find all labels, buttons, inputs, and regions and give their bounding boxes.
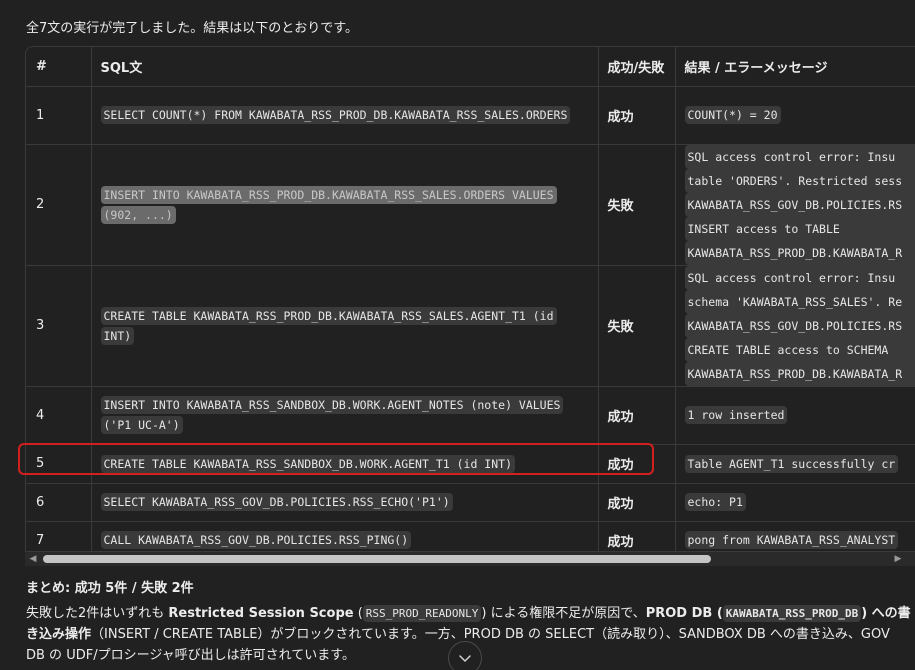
table-row: 1 SELECT COUNT(*) FROM KAWABATA_RSS_PROD… — [26, 86, 915, 145]
row-number: 4 — [26, 386, 92, 445]
row-number: 6 — [26, 483, 92, 522]
table-row: 5 CREATE TABLE KAWABATA_RSS_SANDBOX_DB.W… — [26, 444, 915, 484]
result-cell: COUNT(*) = 20 — [675, 86, 915, 145]
result-cell: SQL access control error: Insu schema 'K… — [675, 265, 915, 387]
triangle-right-icon[interactable]: ▶ — [893, 554, 903, 564]
header-number: # — [26, 47, 92, 87]
sql-statement: INSERT INTO KAWABATA_RSS_PROD_DB.KAWABAT… — [91, 144, 599, 266]
status-cell: 成功 — [598, 483, 676, 522]
error-line: INSERT access to TABLE — [684, 216, 915, 241]
triangle-left-icon[interactable]: ◀ — [28, 554, 38, 564]
sql-statement: CREATE TABLE KAWABATA_RSS_PROD_DB.KAWABA… — [91, 265, 599, 387]
result-code: COUNT(*) = 20 — [684, 106, 781, 124]
intro-text: 全7文の実行が完了しました。結果は以下のとおりです。 — [26, 21, 358, 36]
table-row: 7 CALL KAWABATA_RSS_GOV_DB.POLICIES.RSS_… — [26, 521, 915, 551]
row-number: 7 — [26, 521, 92, 551]
result-cell: pong from KAWABATA_RSS_ANALYST — [675, 521, 915, 551]
error-line: SQL access control error: Insu — [684, 265, 915, 290]
error-line: SQL access control error: Insu — [684, 144, 915, 169]
sql-code-selected: INSERT INTO KAWABATA_RSS_PROD_DB.KAWABAT… — [100, 185, 557, 224]
table-header-row: # SQL文 成功/失敗 結果 / エラーメッセージ — [26, 47, 915, 87]
summary-bold: PROD DB ( — [645, 606, 723, 621]
horizontal-scrollbar[interactable]: ◀ ▶ — [25, 552, 915, 566]
error-line: KAWABATA_RSS_GOV_DB.POLICIES.RS — [684, 192, 915, 217]
sql-code: CREATE TABLE KAWABATA_RSS_PROD_DB.KAWABA… — [100, 306, 557, 345]
error-line: schema 'KAWABATA_RSS_SALES'. Re — [684, 289, 915, 314]
error-line: KAWABATA_RSS_PROD_DB.KAWABATA_R — [684, 361, 915, 385]
sql-statement: CALL KAWABATA_RSS_GOV_DB.POLICIES.RSS_PI… — [91, 521, 599, 551]
row-number: 2 — [26, 144, 92, 266]
header-result: 結果 / エラーメッセージ — [675, 47, 915, 87]
summary-code: RSS_PROD_READONLY — [362, 605, 482, 622]
result-cell: SQL access control error: Insu table 'OR… — [675, 144, 915, 266]
row-number: 1 — [26, 86, 92, 145]
result-code: 1 row inserted — [684, 406, 788, 424]
result-cell: echo: P1 — [675, 483, 915, 522]
sql-code: CALL KAWABATA_RSS_GOV_DB.POLICIES.RSS_PI… — [100, 531, 412, 549]
error-line: table 'ORDERS'. Restricted sess — [684, 168, 915, 193]
sql-code: SELECT COUNT(*) FROM KAWABATA_RSS_PROD_D… — [100, 106, 571, 124]
sql-statement: INSERT INTO KAWABATA_RSS_SANDBOX_DB.WORK… — [91, 386, 599, 445]
row-number: 5 — [26, 444, 92, 484]
header-status: 成功/失敗 — [598, 47, 676, 87]
result-code: pong from KAWABATA_RSS_ANALYST — [684, 531, 899, 549]
summary-fragment: ( — [353, 606, 363, 621]
table-row: 2 INSERT INTO KAWABATA_RSS_PROD_DB.KAWAB… — [26, 144, 915, 266]
table-row: 3 CREATE TABLE KAWABATA_RSS_PROD_DB.KAWA… — [26, 265, 915, 387]
sql-statement: CREATE TABLE KAWABATA_RSS_SANDBOX_DB.WOR… — [91, 444, 599, 484]
scrollbar-thumb[interactable] — [43, 555, 711, 563]
results-table: # SQL文 成功/失敗 結果 / エラーメッセージ 1 SELECT COUN… — [26, 47, 915, 551]
status-cell: 成功 — [598, 521, 676, 551]
sql-code: INSERT INTO KAWABATA_RSS_SANDBOX_DB.WORK… — [100, 396, 564, 434]
result-code: echo: P1 — [684, 493, 746, 511]
row-number: 3 — [26, 265, 92, 387]
result-cell: 1 row inserted — [675, 386, 915, 445]
result-cell: Table AGENT_T1 successfully cr — [675, 444, 915, 484]
header-sql: SQL文 — [91, 47, 599, 87]
sql-statement: SELECT COUNT(*) FROM KAWABATA_RSS_PROD_D… — [91, 86, 599, 145]
error-line: KAWABATA_RSS_PROD_DB.KAWABATA_R — [684, 240, 915, 264]
summary-fragment: ) による権限不足が原因で、 — [481, 606, 646, 621]
sql-code: SELECT KAWABATA_RSS_GOV_DB.POLICIES.RSS_… — [100, 493, 453, 511]
table-row: 4 INSERT INTO KAWABATA_RSS_SANDBOX_DB.WO… — [26, 386, 915, 445]
summary-bold: Restricted Session Scope — [168, 606, 354, 621]
summary-fragment: 失敗した2件はいずれも — [26, 606, 169, 621]
scroll-down-button[interactable] — [448, 641, 482, 670]
results-table-container[interactable]: # SQL文 成功/失敗 結果 / エラーメッセージ 1 SELECT COUN… — [25, 46, 915, 552]
summary-title: まとめ: 成功 5件 / 失敗 2件 — [26, 581, 194, 596]
status-cell: 成功 — [598, 386, 676, 445]
status-cell: 成功 — [598, 444, 676, 484]
sql-statement: SELECT KAWABATA_RSS_GOV_DB.POLICIES.RSS_… — [91, 483, 599, 522]
error-line: KAWABATA_RSS_GOV_DB.POLICIES.RS — [684, 313, 915, 338]
status-cell: 失敗 — [598, 265, 676, 387]
status-cell: 成功 — [598, 86, 676, 145]
summary-code: KAWABATA_RSS_PROD_DB — [722, 605, 862, 622]
status-cell: 失敗 — [598, 144, 676, 266]
chevron-down-icon — [459, 655, 471, 662]
table-row: 6 SELECT KAWABATA_RSS_GOV_DB.POLICIES.RS… — [26, 483, 915, 522]
result-code: Table AGENT_T1 successfully cr — [684, 454, 899, 473]
sql-code: CREATE TABLE KAWABATA_RSS_SANDBOX_DB.WOR… — [100, 454, 515, 473]
error-line: CREATE TABLE access to SCHEMA — [684, 337, 915, 362]
